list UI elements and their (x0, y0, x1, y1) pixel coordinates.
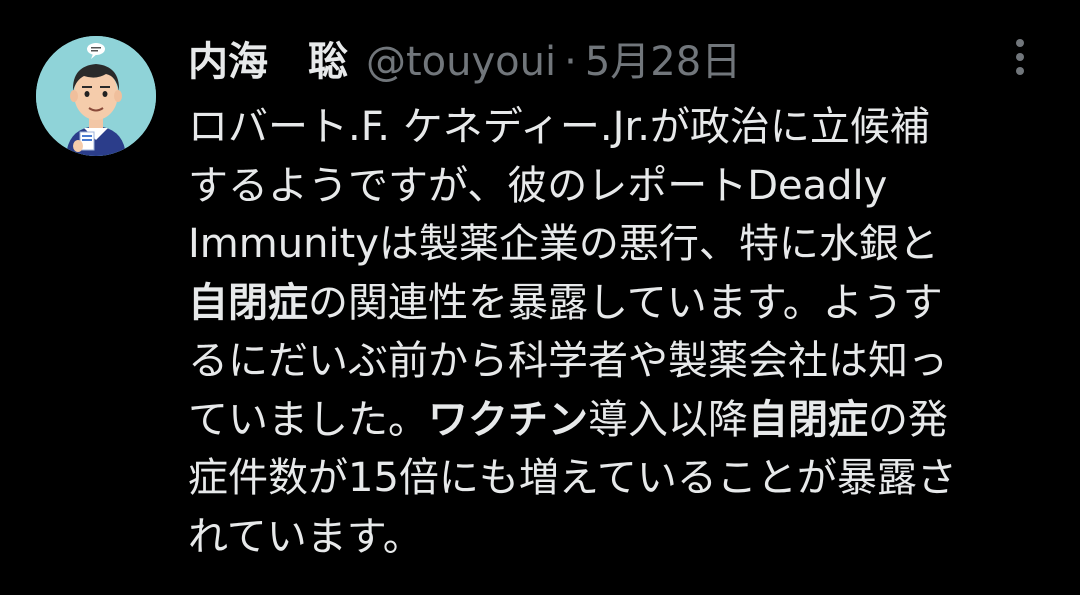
tweet[interactable]: 内海 聡 @touyoui · 5月28日 ロバート.F. ケネディー.Jr.が… (0, 0, 1080, 595)
tweet-text-line: 自閉症の関連性を暴露しています。ようす (188, 274, 1048, 333)
more-options-button[interactable] (1000, 34, 1040, 80)
text-segment: の発 (868, 396, 948, 443)
tweet-text-line: 症件数が15倍にも増えていることが暴露さ (188, 449, 1048, 508)
header-separator: · (564, 39, 577, 85)
more-vertical-icon (1016, 39, 1024, 47)
tweet-text-line: ていました。ワクチン導入以降自閉症の発 (188, 391, 1048, 450)
tweet-text-line: するようですが、彼のレポートDeadly (188, 157, 1048, 216)
tweet-text-line: れています。 (188, 508, 1048, 567)
author-display-name[interactable]: 内海 聡 (188, 34, 348, 90)
tweet-text-line: るにだいぶ前から科学者や製薬会社は知っ (188, 332, 1048, 391)
text-segment: ていました。 (188, 396, 428, 443)
text-segment: 導入以降 (588, 396, 748, 443)
text-segment: Immunityは製薬企業の悪行、特に水銀と (188, 221, 939, 267)
tweet-text-line: ロバート.F. ケネディー.Jr.が政治に立候補 (188, 98, 1048, 157)
tweet-text: ロバート.F. ケネディー.Jr.が政治に立候補 するようですが、彼のレポートDe… (188, 98, 1048, 566)
bold-text-segment: ワクチン (428, 396, 588, 443)
more-vertical-icon-dot (1016, 67, 1024, 75)
tweet-text-line: Immunityは製薬企業の悪行、特に水銀と (188, 215, 1048, 274)
text-segment: の関連性を暴露しています。ようす (308, 279, 943, 326)
text-segment: れています。 (188, 513, 423, 560)
tweet-header: 内海 聡 @touyoui · 5月28日 (188, 34, 741, 90)
text-segment: るにだいぶ前から科学者や製薬会社は知っ (188, 338, 948, 384)
text-segment: 症件数が15倍にも増えていることが暴露さ (188, 455, 957, 501)
bold-text-segment: 自閉症 (748, 396, 868, 443)
more-vertical-icon-dot (1016, 53, 1024, 61)
author-handle[interactable]: @touyoui (366, 34, 556, 90)
cartoon-doctor-avatar-icon (36, 36, 156, 156)
author-avatar[interactable] (36, 36, 156, 156)
tweet-timestamp[interactable]: 5月28日 (585, 34, 741, 90)
bold-text-segment: 自閉症 (188, 279, 308, 326)
text-segment: するようですが、彼のレポートDeadly (188, 162, 888, 209)
text-segment: ロバート.F. ケネディー.Jr.が政治に立候補 (188, 104, 930, 150)
